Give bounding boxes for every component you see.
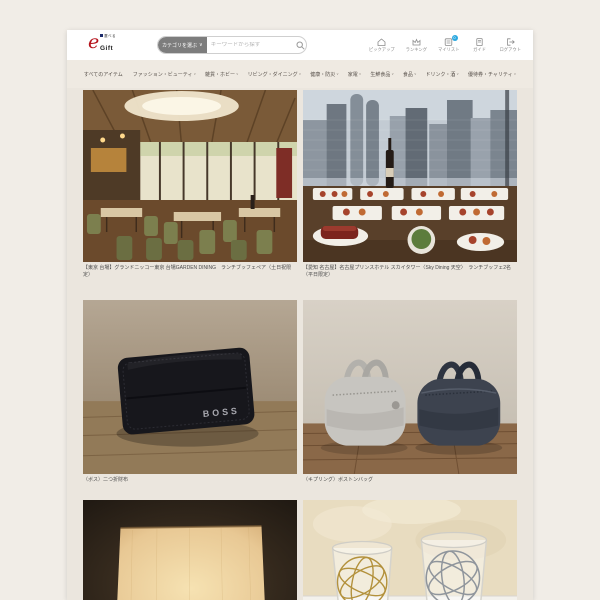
chevron-down-icon: ∨ [414,72,417,76]
product-caption: （キプリング）ボストンバッグ [303,474,517,500]
product-caption: 【東京 台場】グランドニッコー東京 台場GARDEN DINING ランチブッフ… [83,262,297,300]
product-caption: （ボス）二つ折財布 [83,474,297,500]
category-select-button[interactable]: カテゴリを選ぶ ∨ [158,37,207,53]
ranking-nav-item[interactable]: ランキング [406,38,427,53]
nav-item-fresh-food[interactable]: 生鮮食品∨ [370,71,394,78]
nav-item-food[interactable]: 食品∨ [403,71,417,78]
egift-logo[interactable]: 選べる e Gift [87,32,133,58]
search-bar: カテゴリを選ぶ ∨ [157,36,307,54]
pickup-label: ピックアップ [369,47,395,53]
category-select-label: カテゴリを選ぶ [162,42,197,49]
chevron-down-icon: ∨ [456,72,459,76]
nav-item-goods-hobby[interactable]: 雑貨・ホビー∨ [205,71,239,78]
chevron-down-icon: ∨ [236,72,239,76]
product-card-kipling-boston-bag[interactable]: （キプリング）ボストンバッグ [303,300,517,500]
logo-gift: Gift [100,45,113,52]
search-input[interactable] [207,42,294,48]
chevron-down-icon: ∨ [199,42,203,48]
nav-item-drink-sake[interactable]: ドリンク・酒∨ [426,71,459,78]
product-card-lamp[interactable] [83,500,297,600]
product-card-boss-wallet[interactable]: BOSS （ボス）二つ折財布 [83,300,297,500]
product-image-restaurant-interior [83,90,297,262]
home-icon [377,38,386,46]
nav-item-living-dining[interactable]: リビング・ダイニング∨ [248,71,302,78]
chevron-down-icon: ∨ [193,72,196,76]
chevron-down-icon: ∨ [514,72,517,76]
logo-top-text: 選べる [100,34,116,39]
product-image-two-bags [303,300,517,474]
site-window: 選べる e Gift カテゴリを選ぶ ∨ ピック [67,30,533,600]
product-image-glass-wire-spheres [303,500,517,600]
ranking-label: ランキング [406,47,427,53]
product-card-odaiba-lunch-buffet[interactable]: 【東京 台場】グランドニッコー東京 台場GARDEN DINING ランチブッフ… [83,90,297,300]
category-navbar: すべてのアイテム ファッション・ビューティ∨ 雑貨・ホビー∨ リビング・ダイニン… [67,60,533,88]
product-card-nagoya-sky-dining[interactable]: 【愛知 名古屋】名古屋プリンスホテル スカイタワー〈Sky Dining 天空〉… [303,90,517,300]
product-image-buffet-city-view [303,90,517,262]
chevron-down-icon: ∨ [336,72,339,76]
site-header: 選べる e Gift カテゴリを選ぶ ∨ ピック [67,30,533,60]
guide-nav-item[interactable]: ガイド [471,38,489,53]
header-icon-nav: ピックアップ ランキング 0 マイリスト [369,38,521,53]
nav-item-voucher-charity[interactable]: 優待券・チャリティ∨ [468,71,516,78]
chevron-down-icon: ∨ [391,72,394,76]
crown-icon [412,38,421,46]
logout-icon [506,38,515,46]
logout-label: ログアウト [500,47,521,53]
product-image-glowing-lampshade [83,500,297,600]
logout-nav-item[interactable]: ログアウト [500,38,521,53]
product-card-glass-objects[interactable] [303,500,517,600]
logo-e: e [88,33,99,52]
nav-item-health[interactable]: 健康・防災∨ [310,71,339,78]
pickup-nav-item[interactable]: ピックアップ [369,38,395,53]
search-icon[interactable] [294,41,306,50]
mylist-label: マイリスト [438,47,459,53]
mylist-nav-item[interactable]: 0 マイリスト [438,38,459,53]
product-caption: 【愛知 名古屋】名古屋プリンスホテル スカイタワー〈Sky Dining 天空〉… [303,262,517,300]
mylist-count-badge: 0 [452,35,458,41]
chevron-down-icon: ∨ [299,72,302,76]
nav-item-appliances[interactable]: 家電∨ [348,71,362,78]
nav-item-fashion-beauty[interactable]: ファッション・ビューティ∨ [133,71,196,78]
page-background: 選べる e Gift カテゴリを選ぶ ∨ ピック [0,0,600,600]
chevron-down-icon: ∨ [359,72,362,76]
nav-item-all[interactable]: すべてのアイテム [84,71,124,78]
product-image-black-wallet: BOSS [83,300,297,474]
guide-document-icon [475,38,484,46]
product-list-area: 【東京 台場】グランドニッコー東京 台場GARDEN DINING ランチブッフ… [67,88,533,600]
guide-label: ガイド [473,47,486,53]
